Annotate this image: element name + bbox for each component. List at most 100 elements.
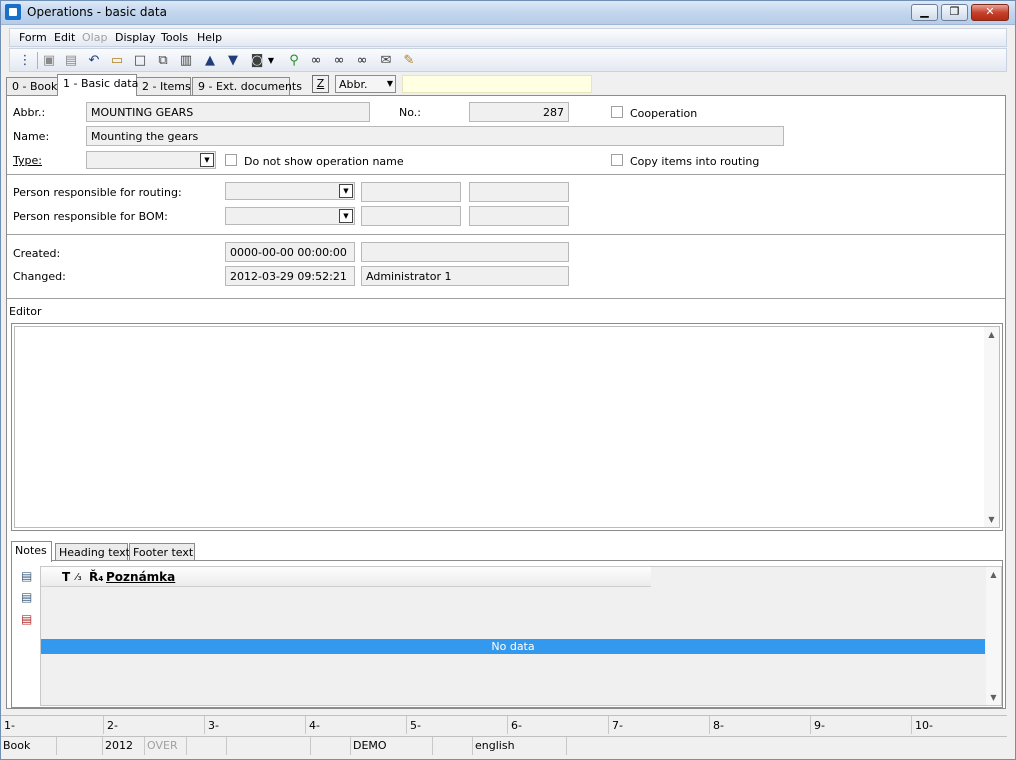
ruler-segment: 10- bbox=[911, 716, 1007, 734]
changed-by-field[interactable]: Administrator 1 bbox=[361, 266, 569, 286]
created-label: Created: bbox=[13, 247, 61, 260]
ruler-segment: 6- bbox=[507, 716, 608, 734]
abbr-select-label: Abbr. bbox=[339, 78, 368, 91]
changed-label: Changed: bbox=[13, 270, 66, 283]
status-mode: OVER bbox=[145, 737, 187, 755]
toolbar: ⋮ ▣ ▤ ↶ ▭ □ ⧉ ▥ ▲ ▼ ◙ ▼ ⚲ ∞ ∞ ∞ ✉ ✎ bbox=[9, 48, 1007, 72]
editor-scrollbar[interactable]: ▲ ▼ bbox=[984, 327, 999, 527]
z-button[interactable]: Z bbox=[312, 75, 329, 93]
delete-note-icon[interactable]: ▤ bbox=[21, 612, 36, 627]
hide-name-label: Do not show operation name bbox=[244, 155, 404, 168]
abbr-select[interactable]: Abbr. ▼ bbox=[335, 75, 396, 93]
save-as-icon[interactable]: ▤ bbox=[63, 53, 79, 69]
menu-tools[interactable]: Tools bbox=[161, 31, 188, 44]
title-bar[interactable]: Operations - basic data ▁ ❐ ✕ bbox=[1, 1, 1015, 25]
dropdown-icon[interactable]: ▼ bbox=[267, 53, 275, 69]
tab-heading-text[interactable]: Heading text bbox=[55, 543, 130, 561]
name-label: Name: bbox=[13, 130, 50, 143]
tab-book[interactable]: 0 - Book bbox=[6, 77, 58, 96]
add-note-icon[interactable]: ▤ bbox=[21, 569, 36, 584]
bom-person-select[interactable]: ▼ bbox=[225, 207, 355, 225]
changed-date-field[interactable]: 2012-03-29 09:52:21 bbox=[225, 266, 355, 286]
created-by-field[interactable] bbox=[361, 242, 569, 262]
no-data-row: No data bbox=[41, 639, 985, 654]
bom-person-code[interactable] bbox=[361, 206, 461, 226]
copy-items-checkbox[interactable] bbox=[611, 154, 623, 166]
copy-items-label: Copy items into routing bbox=[630, 155, 760, 168]
tab-basic-data[interactable]: 1 - Basic data bbox=[57, 74, 138, 96]
bom-person-label: Person responsible for BOM: bbox=[13, 210, 168, 223]
scroll-down-icon[interactable]: ▼ bbox=[984, 512, 999, 527]
camera-icon[interactable]: ◙ bbox=[249, 53, 265, 69]
column-header-r4[interactable]: Ř₄ bbox=[89, 570, 104, 584]
menu-help[interactable]: Help bbox=[197, 31, 222, 44]
new-document-icon[interactable]: □ bbox=[132, 53, 148, 69]
type-label: Type: bbox=[13, 154, 42, 167]
column-header-note[interactable]: Poznámka bbox=[106, 570, 175, 584]
notes-icon[interactable]: ✎ bbox=[401, 53, 417, 69]
down-arrow-icon[interactable]: ▼ bbox=[225, 53, 241, 69]
chevron-down-icon: ▼ bbox=[339, 209, 353, 223]
binoculars-prev-icon[interactable]: ∞ bbox=[354, 53, 370, 69]
hide-name-checkbox[interactable] bbox=[225, 154, 237, 166]
tab-items[interactable]: 2 - Items bbox=[136, 77, 191, 96]
open-folder-icon[interactable]: ▭ bbox=[109, 53, 125, 69]
status-db: DEMO bbox=[351, 737, 433, 755]
cooperation-checkbox[interactable] bbox=[611, 106, 623, 118]
up-arrow-icon[interactable]: ▲ bbox=[202, 53, 218, 69]
chevron-down-icon: ▼ bbox=[200, 153, 214, 167]
filter-icon[interactable]: ⚲ bbox=[286, 53, 302, 69]
menu-edit[interactable]: Edit bbox=[54, 31, 75, 44]
routing-person-select[interactable]: ▼ bbox=[225, 182, 355, 200]
abbr-field[interactable]: MOUNTING GEARS bbox=[86, 102, 370, 122]
routing-person-name[interactable] bbox=[469, 182, 569, 202]
scroll-up-icon[interactable]: ▲ bbox=[984, 327, 999, 342]
binoculars-icon[interactable]: ∞ bbox=[308, 53, 324, 69]
tree-icon[interactable]: ⋮ bbox=[17, 53, 33, 69]
tab-footer-text[interactable]: Footer text bbox=[129, 543, 195, 561]
divider bbox=[7, 298, 1005, 299]
tab-notes[interactable]: Notes bbox=[11, 541, 52, 562]
ruler-segment: 1- bbox=[4, 719, 15, 732]
mail-icon[interactable]: ✉ bbox=[378, 53, 394, 69]
toolbar-separator bbox=[37, 52, 38, 69]
tab-ext-documents[interactable]: 9 - Ext. documents bbox=[192, 77, 302, 96]
search-input[interactable] bbox=[402, 75, 592, 93]
save-icon[interactable]: ▣ bbox=[41, 53, 57, 69]
column-header-t[interactable]: T bbox=[62, 570, 70, 584]
divider bbox=[7, 174, 1005, 175]
menu-display[interactable]: Display bbox=[115, 31, 156, 44]
edit-note-icon[interactable]: ▤ bbox=[21, 590, 36, 605]
binoculars-next-icon[interactable]: ∞ bbox=[331, 53, 347, 69]
chevron-down-icon: ▼ bbox=[339, 184, 353, 198]
maximize-button[interactable]: ❐ bbox=[941, 4, 968, 21]
status-empty bbox=[227, 737, 311, 755]
ruler-segment: 8- bbox=[709, 716, 810, 734]
book-icon[interactable]: ▥ bbox=[178, 53, 194, 69]
main-window: Operations - basic data ▁ ❐ ✕ Form Edit … bbox=[0, 0, 1016, 760]
routing-person-label: Person responsible for routing: bbox=[13, 186, 182, 199]
chevron-down-icon: ▼ bbox=[386, 79, 393, 88]
type-select[interactable]: ▼ bbox=[86, 151, 216, 169]
status-empty bbox=[57, 737, 103, 755]
name-field[interactable]: Mounting the gears bbox=[86, 126, 784, 146]
routing-person-code[interactable] bbox=[361, 182, 461, 202]
no-field[interactable]: 287 bbox=[469, 102, 569, 122]
notes-scrollbar[interactable]: ▲ ▼ bbox=[986, 567, 1001, 705]
close-button[interactable]: ✕ bbox=[971, 4, 1009, 21]
bom-person-name[interactable] bbox=[469, 206, 569, 226]
column-header-3[interactable]: ⁄₃ bbox=[76, 572, 82, 583]
copy-icon[interactable]: ⧉ bbox=[155, 53, 171, 69]
status-year: 2012 bbox=[103, 737, 145, 755]
divider bbox=[7, 234, 1005, 235]
undo-icon[interactable]: ↶ bbox=[86, 53, 102, 69]
cooperation-label: Cooperation bbox=[630, 107, 698, 120]
app-icon bbox=[5, 4, 21, 20]
editor-textarea[interactable]: ▲ ▼ bbox=[14, 326, 1000, 528]
minimize-button[interactable]: ▁ bbox=[911, 4, 938, 21]
menu-form[interactable]: Form bbox=[19, 31, 47, 44]
scroll-up-icon[interactable]: ▲ bbox=[986, 567, 1001, 582]
menu-olap[interactable]: Olap bbox=[82, 31, 107, 44]
scroll-down-icon[interactable]: ▼ bbox=[986, 690, 1001, 705]
created-date-field[interactable]: 0000-00-00 00:00:00 bbox=[225, 242, 355, 262]
